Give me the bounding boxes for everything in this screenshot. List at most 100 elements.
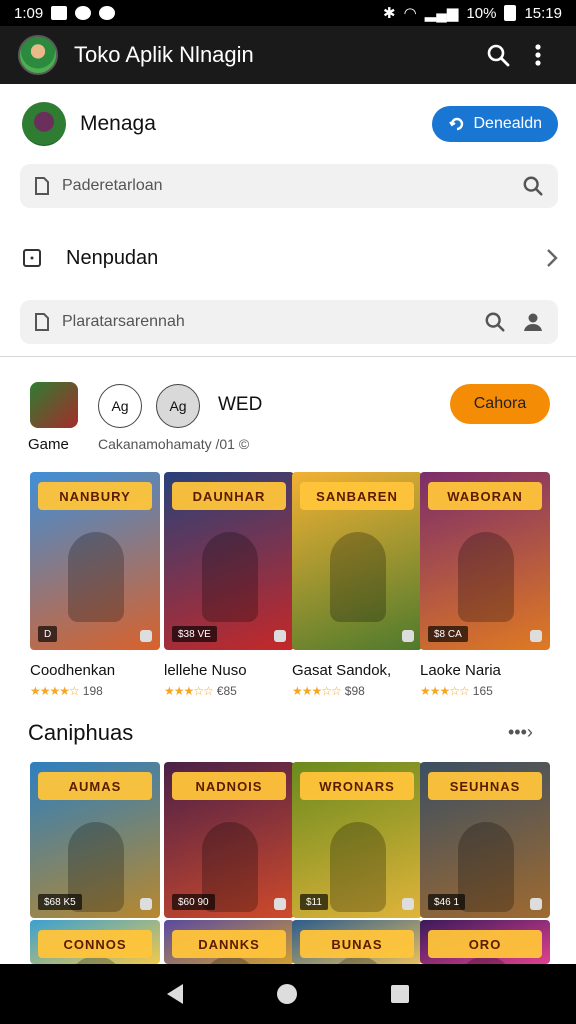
section-more-button[interactable]: •••›: [508, 722, 533, 743]
search-button[interactable]: [478, 35, 518, 75]
rating-count: 165: [472, 684, 493, 698]
section-title: Caniphuas: [28, 720, 134, 745]
game-card[interactable]: SANBAREN: [292, 472, 422, 650]
age-badge-secondary[interactable]: Ag: [156, 384, 200, 428]
menu-row[interactable]: Nenpudan: [22, 236, 558, 280]
game-logo: NADNOIS: [172, 772, 286, 800]
star-rating-icon: ★★★☆☆: [420, 684, 470, 698]
platform-icon: [140, 630, 152, 642]
game-card[interactable]: CONNOS: [30, 920, 160, 964]
platform-icon: [140, 898, 152, 910]
recent-apps-icon[interactable]: [391, 985, 409, 1003]
game-price-tag: $68 K5: [38, 894, 82, 910]
search-input-secondary[interactable]: Plaratarsarennah: [20, 300, 558, 344]
game-logo: SEUHNAS: [428, 772, 542, 800]
app-avatar[interactable]: [18, 35, 58, 75]
search-placeholder: Paderetarloan: [62, 177, 163, 194]
game-price-tag: $46 1: [428, 894, 466, 910]
document-icon: [35, 313, 49, 331]
game-rating: ★★★☆☆ €85: [164, 684, 292, 698]
game-logo: CONNOS: [38, 930, 152, 958]
game-logo: WRONARS: [300, 772, 414, 800]
game-card[interactable]: SEUHNAS $46 1: [420, 762, 550, 918]
star-rating-icon: ★★★☆☆: [292, 684, 342, 698]
game-title[interactable]: lellehe Nuso: [164, 662, 292, 679]
status-left: 1:09: [14, 4, 116, 22]
game-card[interactable]: ORO: [420, 920, 550, 964]
status-time-right: 15:19: [524, 4, 562, 22]
star-rating-icon: ★★★☆☆: [164, 684, 214, 698]
bluetooth-icon: ✱: [383, 5, 396, 22]
search-input[interactable]: Paderetarloan: [20, 164, 558, 208]
app-bar: Toko Aplik Nlnagin: [0, 26, 576, 84]
game-card[interactable]: DAUNHAR $38 VE: [164, 472, 294, 650]
chevron-right-icon: [547, 249, 558, 267]
circle-notification-icon: [99, 6, 116, 20]
game-logo: ORO: [428, 930, 542, 958]
search-icon[interactable]: [522, 175, 544, 197]
game-label: Game: [28, 436, 69, 453]
game-card[interactable]: NANBURY D: [30, 472, 160, 650]
game-rating: ★★★☆☆ $98: [292, 684, 420, 698]
search-placeholder: Plaratarsarennah: [62, 313, 185, 330]
game-card[interactable]: NADNOIS $60 90: [164, 762, 294, 918]
platform-icon: [530, 630, 542, 642]
game-rating: ★★★★☆ 198: [30, 684, 158, 698]
home-icon[interactable]: [277, 984, 297, 1004]
game-logo: DAUNHAR: [172, 482, 286, 510]
refresh-icon: [448, 117, 463, 131]
app-title: Toko Aplik Nlnagin: [74, 42, 254, 67]
status-time-left: 1:09: [14, 4, 44, 22]
more-options-button[interactable]: [518, 35, 558, 75]
game-app-icon[interactable]: [30, 382, 78, 428]
game-logo: WABORAN: [428, 482, 542, 510]
notification-icon: [51, 6, 68, 20]
platform-icon: [402, 898, 414, 910]
game-character: [458, 532, 514, 622]
game-header: Game Ag Ag WED Cakanamohamaty /01 © Caho…: [28, 382, 558, 462]
rating-count: €85: [216, 684, 237, 698]
rating-count: 198: [82, 684, 103, 698]
search-icon[interactable]: [484, 311, 506, 333]
battery-percent: 10%: [466, 4, 497, 22]
star-rating-icon: ★★★★☆: [30, 684, 80, 698]
game-title[interactable]: Coodhenkan: [30, 662, 158, 679]
menu-row-label: Nenpudan: [66, 246, 159, 269]
age-badge[interactable]: Ag: [98, 384, 142, 428]
account-action-label: Denealdn: [473, 115, 543, 132]
platform-icon: [530, 898, 542, 910]
rating-count: $98: [344, 684, 365, 698]
square-icon: [23, 249, 41, 267]
game-logo: BUNAS: [300, 930, 414, 958]
game-card[interactable]: AUMAS $68 K5: [30, 762, 160, 918]
user-name: Menaga: [80, 112, 156, 135]
game-logo: SANBAREN: [300, 482, 414, 510]
sync-icon: [75, 6, 92, 20]
user-avatar[interactable]: [22, 102, 66, 146]
game-price-tag: $8 CA: [428, 626, 468, 642]
game-title[interactable]: Gasat Sandok,: [292, 662, 420, 679]
game-card[interactable]: WRONARS $11: [292, 762, 422, 918]
game-action-button[interactable]: Cahora: [450, 384, 550, 424]
system-nav-bar: [0, 964, 576, 1024]
game-character: [330, 532, 386, 622]
game-title[interactable]: Laoke Naria: [420, 662, 548, 679]
back-icon[interactable]: [167, 984, 183, 1004]
game-logo: DANNKS: [172, 930, 286, 958]
game-card[interactable]: BUNAS: [292, 920, 422, 964]
search-icon: [487, 44, 510, 67]
signal-icon: ▂▄▆: [424, 5, 459, 22]
platform-icon: [274, 898, 286, 910]
game-character: [330, 822, 386, 912]
account-action-button[interactable]: Denealdn: [431, 106, 558, 142]
game-subtitle: Cakanamohamaty /01 ©: [98, 436, 250, 452]
status-right: ✱ ◠ ▂▄▆ 10% 15:19: [383, 4, 562, 23]
game-card[interactable]: DANNKS: [164, 920, 294, 964]
person-icon[interactable]: [522, 311, 544, 333]
document-icon: [35, 177, 49, 195]
game-card[interactable]: WABORAN $8 CA: [420, 472, 550, 650]
game-character: [68, 532, 124, 622]
game-tag: WED: [218, 394, 263, 415]
account-row: Menaga Denealdn: [22, 100, 558, 148]
status-bar: 1:09 ✱ ◠ ▂▄▆ 10% 15:19: [0, 0, 576, 26]
